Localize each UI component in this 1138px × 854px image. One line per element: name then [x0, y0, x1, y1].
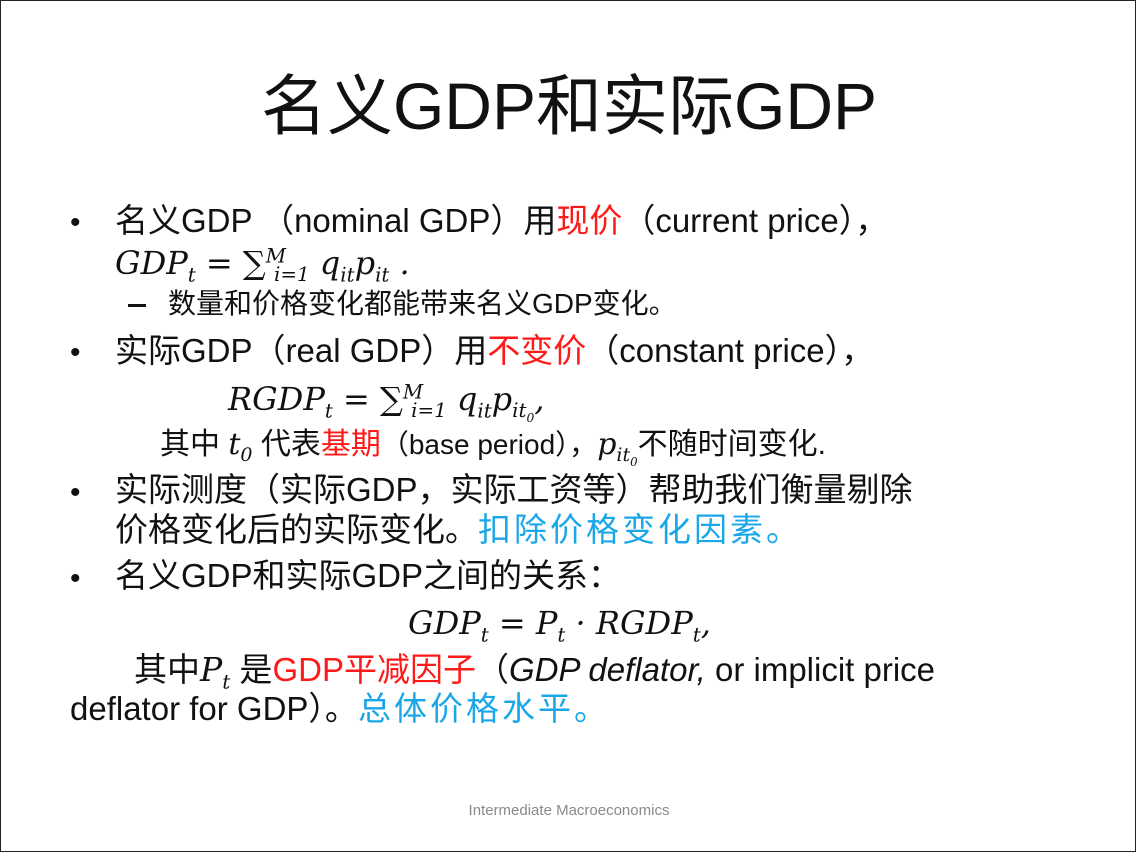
deflator-note-lead: 其中	[134, 651, 200, 688]
slide-footer: Intermediate Macroeconomics	[468, 802, 670, 819]
formula-sum: = ∑	[205, 244, 266, 282]
bullet-3-line-2: 价格变化后的实际变化。扣除价格变化因素。	[115, 510, 802, 550]
note-tail: （base period），	[380, 429, 598, 460]
eq-end: ,	[700, 604, 711, 642]
bullet-1-lead: 名义GDP （nominal GDP）用	[115, 202, 557, 239]
bullet-1-subtext: 数量和价格变化都能带来名义GDP变化。	[168, 288, 677, 319]
deflator-note-tail: or implicit price	[705, 651, 936, 688]
formula-end: .	[389, 244, 410, 282]
note-lead: 其中	[160, 428, 229, 461]
note-mid: 代表	[252, 428, 321, 461]
formula-sum-sub: i=1	[411, 399, 447, 423]
bullet-dot-2: •	[70, 336, 81, 369]
real-gdp-formula: RGDPt = ∑Mi=1 qitpit0,	[228, 380, 544, 425]
formula-q-sub: it	[340, 263, 355, 287]
note-t-sub: 0	[240, 444, 253, 466]
gdp-deflator-italic: GDP deflator,	[508, 651, 706, 688]
eq-gdp-sub: t	[480, 623, 489, 647]
formula-p: p	[354, 244, 376, 282]
formula-q: q	[456, 380, 478, 418]
bullet-2-text: 实际GDP（real GDP）用不变价（constant price），	[115, 331, 874, 371]
formula-lhs-sub: t	[187, 263, 196, 287]
price-level-highlight: 总体价格水平。	[357, 690, 610, 727]
eq-rgdp: · RGDP	[565, 604, 693, 642]
formula-end: ,	[534, 380, 545, 418]
formula-q-sub: it	[477, 399, 492, 423]
note-p: p	[597, 427, 617, 462]
bullet-dot-4: •	[70, 562, 81, 595]
eq-p: = P	[488, 604, 558, 642]
deflator-note-line-2: deflator for GDP）。总体价格水平。	[70, 689, 610, 729]
current-price-highlight: 现价	[556, 202, 623, 239]
formula-p: p	[491, 380, 513, 418]
bullet-2-lead: 实际GDP（real GDP）用	[115, 332, 488, 369]
bullet-1-tail: （current price），	[622, 202, 889, 239]
dash-icon	[128, 304, 146, 308]
remove-price-highlight: 扣除价格变化因素。	[478, 511, 802, 548]
nominal-gdp-formula: GDPt = ∑Mi=1 qitpit .	[115, 244, 410, 286]
deflator-note-paren: （	[475, 651, 509, 688]
deflator-note-line-2-text: deflator for GDP）。	[70, 690, 358, 727]
formula-sum: = ∑	[342, 380, 403, 418]
deflator-equation: GDPt = Pt · RGDPt,	[408, 604, 711, 646]
formula-lhs: GDP	[115, 244, 188, 282]
bullet-4-lead: 名义GDP和实际GDP之间的关系：	[115, 557, 622, 594]
eq-gdp: GDP	[408, 604, 481, 642]
note-t: t	[228, 427, 241, 462]
constant-price-highlight: 不变价	[487, 332, 587, 369]
formula-lhs-sub: t	[324, 399, 333, 423]
bullet-1-text: 名义GDP （nominal GDP）用现价（current price），	[115, 201, 888, 241]
note-end: 不随时间变化.	[637, 428, 826, 461]
bullet-dot-3: •	[70, 476, 81, 509]
bullet-3-line-2-text: 价格变化后的实际变化。	[115, 511, 478, 548]
gdp-deflator-highlight: GDP平减因子	[272, 651, 476, 688]
base-period-highlight: 基期	[320, 428, 381, 461]
eq-rgdp-sub: t	[692, 623, 701, 647]
deflator-note-p: P	[200, 650, 223, 689]
formula-p-sub: it	[375, 263, 390, 287]
deflator-note-mid: 是	[230, 651, 273, 688]
bullet-2-tail: （constant price），	[586, 332, 875, 369]
formula-p-sub: it	[512, 399, 527, 423]
note-p-sub: it	[616, 444, 631, 466]
formula-sum-sub: i=1	[274, 263, 310, 287]
formula-q: q	[319, 244, 341, 282]
formula-lhs: RGDP	[228, 380, 325, 418]
slide-title: 名义GDP和实际GDP	[260, 69, 878, 143]
bullet-3-line-1: 实际测度（实际GDP，实际工资等）帮助我们衡量剔除	[115, 471, 913, 508]
note-p-subsub: 0	[630, 454, 638, 469]
bullet-dot-1: •	[70, 206, 81, 239]
bullet-1-subitem: 数量和价格变化都能带来名义GDP变化。	[128, 288, 677, 320]
